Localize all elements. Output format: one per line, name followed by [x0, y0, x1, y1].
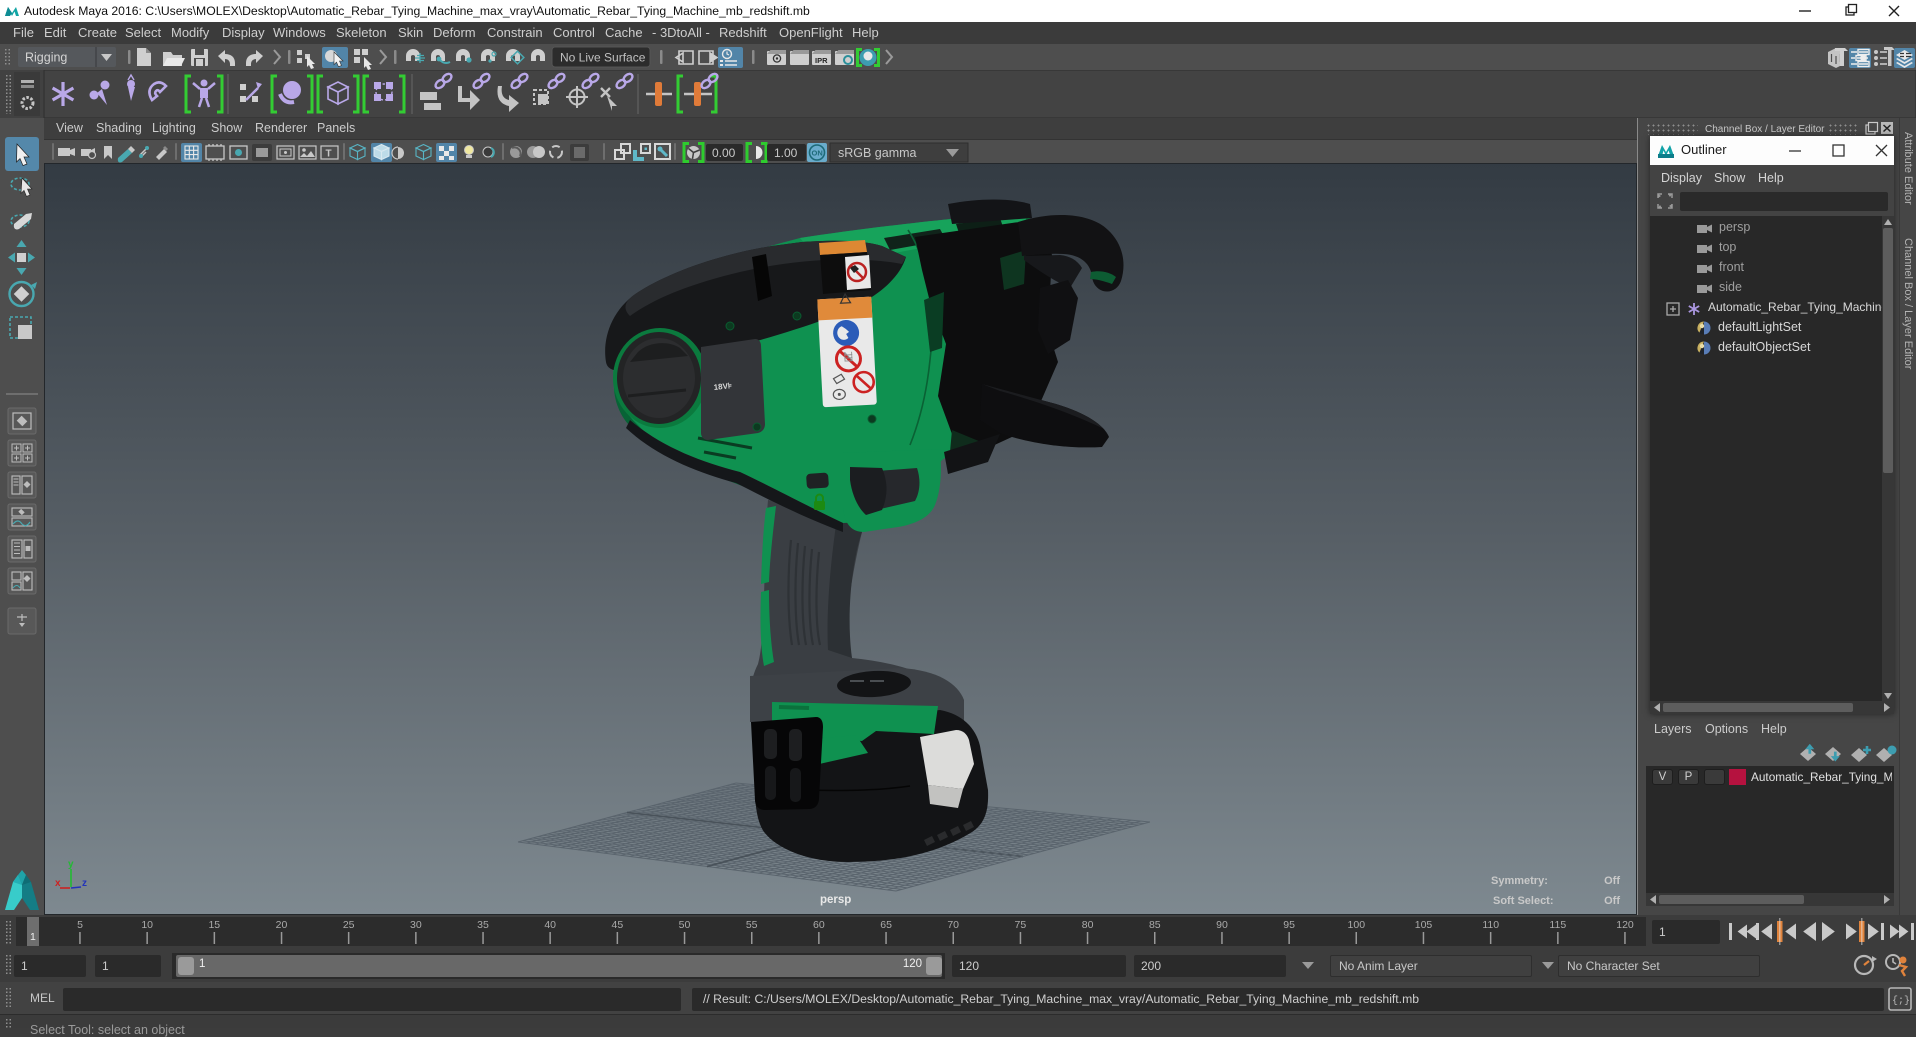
svg-text:55: 55 [746, 919, 758, 931]
svg-text:50: 50 [679, 919, 691, 931]
svg-text:persp: persp [820, 894, 851, 906]
svg-text:0.00: 0.00 [712, 146, 736, 160]
svg-text:IPR: IPR [815, 56, 828, 65]
svg-text:115: 115 [1549, 919, 1566, 931]
svg-text:65: 65 [880, 919, 892, 931]
svg-text:40: 40 [544, 919, 556, 931]
svg-text:15: 15 [208, 919, 220, 931]
svg-text:sRGB gamma: sRGB gamma [838, 146, 917, 160]
svg-text:25: 25 [343, 919, 355, 931]
svg-text:{;}: {;} [1892, 995, 1910, 1007]
svg-text:75: 75 [1015, 919, 1027, 931]
svg-text:120: 120 [1616, 919, 1634, 931]
svg-text:110: 110 [1482, 919, 1499, 931]
svg-text:1.00: 1.00 [774, 146, 798, 160]
svg-text:100: 100 [1348, 919, 1366, 931]
svg-text:20: 20 [276, 919, 288, 931]
svg-text:18V⊧: 18V⊧ [713, 381, 732, 392]
svg-text:T: T [326, 149, 332, 160]
svg-text:ON: ON [812, 149, 823, 158]
svg-text:85: 85 [1149, 919, 1161, 931]
svg-text:105: 105 [1415, 919, 1433, 931]
svg-text:35: 35 [477, 919, 489, 931]
svg-text:No Live Surface: No Live Surface [560, 51, 646, 65]
svg-text:80: 80 [1082, 919, 1094, 931]
svg-text:70: 70 [947, 919, 959, 931]
svg-text:90: 90 [1216, 919, 1228, 931]
svg-text:5: 5 [77, 919, 83, 931]
svg-text:Soft Select:: Soft Select: [1493, 895, 1554, 907]
svg-text:Off: Off [1604, 875, 1620, 887]
svg-text:95: 95 [1283, 919, 1295, 931]
svg-text:10: 10 [141, 919, 153, 931]
svg-text:Symmetry:: Symmetry: [1491, 875, 1548, 887]
svg-text:y: y [68, 859, 74, 870]
svg-text:z: z [82, 878, 87, 889]
svg-text:30: 30 [410, 919, 422, 931]
svg-text:x: x [55, 878, 61, 889]
svg-text:Off: Off [1604, 895, 1620, 907]
svg-text:Rigging: Rigging [25, 51, 67, 65]
svg-text:60: 60 [813, 919, 825, 931]
svg-text:45: 45 [612, 919, 624, 931]
